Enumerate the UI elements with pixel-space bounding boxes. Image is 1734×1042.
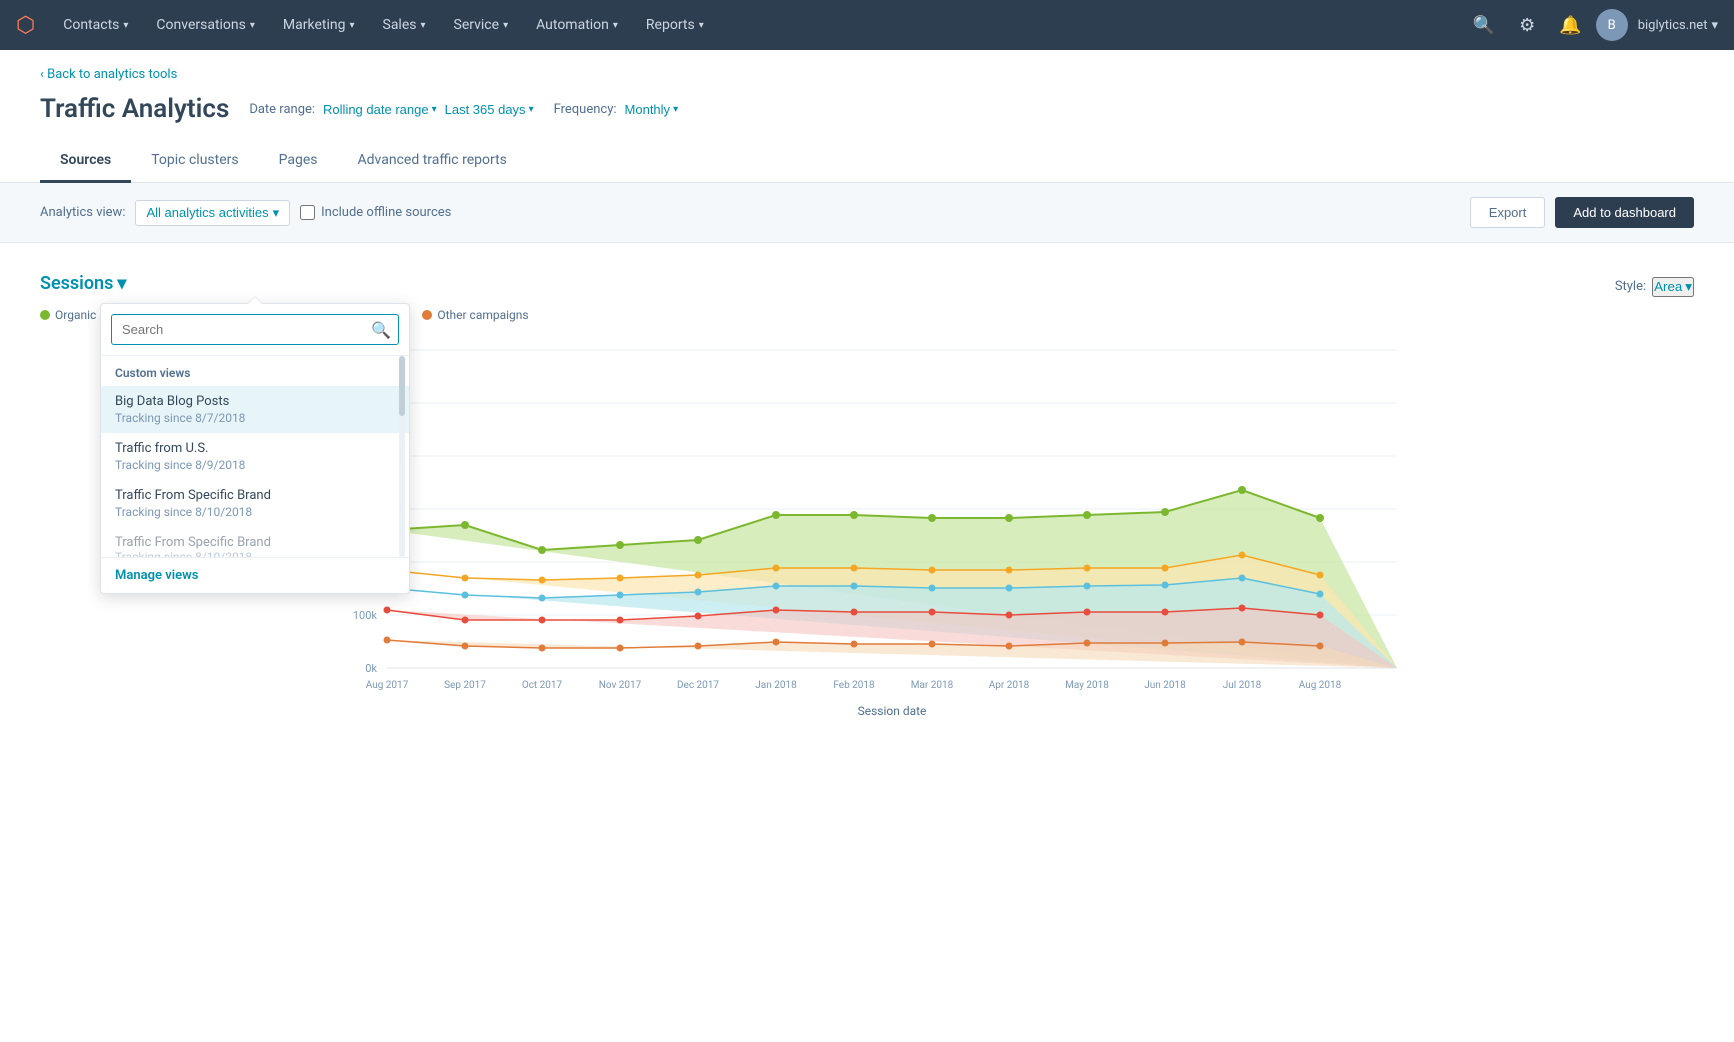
nav-marketing[interactable]: Marketing ▾	[271, 0, 367, 50]
svg-text:Apr 2018: Apr 2018	[989, 680, 1030, 691]
chevron-down-icon: ▾	[273, 205, 280, 221]
page: Back to analytics tools Traffic Analytic…	[0, 50, 1734, 1042]
chevron-down-icon: ▾	[117, 273, 126, 294]
svg-text:100k: 100k	[353, 609, 378, 622]
nav-reports[interactable]: Reports ▾	[634, 0, 716, 50]
scroll-thumb	[399, 356, 405, 416]
manage-views-link[interactable]: Manage views	[101, 557, 409, 593]
frequency-filter: Frequency: Monthly ▾	[554, 102, 679, 117]
breadcrumb: Back to analytics tools	[0, 50, 1734, 90]
date-range-label: Date range:	[249, 102, 315, 117]
add-to-dashboard-button[interactable]: Add to dashboard	[1555, 197, 1694, 228]
nav-sales[interactable]: Sales ▾	[371, 0, 438, 50]
nav-conversations[interactable]: Conversations ▾	[144, 0, 267, 50]
chevron-down-icon: ▾	[432, 104, 437, 115]
page-title: Traffic Analytics	[40, 94, 229, 124]
svg-text:Jan 2018: Jan 2018	[755, 680, 797, 691]
tab-advanced-traffic[interactable]: Advanced traffic reports	[338, 140, 527, 183]
back-link[interactable]: Back to analytics tools	[40, 67, 177, 82]
hubspot-logo: ⬡	[16, 13, 35, 38]
analytics-view-label: Analytics view:	[40, 205, 125, 220]
nav-automation[interactable]: Automation ▾	[524, 0, 630, 50]
tab-pages[interactable]: Pages	[259, 140, 338, 183]
svg-text:May 2018: May 2018	[1065, 680, 1109, 691]
frequency-label: Frequency:	[554, 102, 617, 117]
svg-text:Sep 2017: Sep 2017	[444, 680, 486, 691]
offline-sources-checkbox-label[interactable]: Include offline sources	[300, 205, 451, 220]
metric-selector[interactable]: Sessions ▾	[40, 273, 126, 294]
chart-section: 🔍 Custom views Big Data Blog Posts Track…	[0, 243, 1734, 764]
analytics-view-dropdown-popup: 🔍 Custom views Big Data Blog Posts Track…	[100, 303, 410, 594]
chevron-down-icon: ▾	[529, 104, 534, 115]
dropdown-item-title-1: Traffic from U.S.	[115, 441, 395, 456]
chevron-down-icon: ▾	[1685, 279, 1692, 295]
nav-service[interactable]: Service ▾	[442, 0, 521, 50]
frequency-dropdown[interactable]: Monthly ▾	[625, 102, 679, 117]
svg-text:Mar 2018: Mar 2018	[911, 680, 954, 691]
svg-text:Dec 2017: Dec 2017	[677, 680, 719, 691]
tabs-bar: Sources Topic clusters Pages Advanced tr…	[0, 140, 1734, 183]
dropdown-scroll-area[interactable]: Custom views Big Data Blog Posts Trackin…	[101, 356, 409, 557]
chevron-down-icon: ▾	[613, 20, 618, 31]
chevron-down-icon: ▾	[503, 20, 508, 31]
svg-text:Aug 2017: Aug 2017	[366, 680, 409, 691]
navbar: ⬡ Contacts ▾ Conversations ▾ Marketing ▾…	[0, 0, 1734, 50]
avatar[interactable]: B	[1596, 9, 1628, 41]
dropdown-item-sub-1: Tracking since 8/9/2018	[115, 458, 395, 472]
gear-icon[interactable]: ⚙	[1509, 15, 1545, 36]
date-range-filter: Date range: Rolling date range ▾ Last 36…	[249, 102, 533, 117]
svg-text:Jun 2018: Jun 2018	[1144, 680, 1186, 691]
svg-text:Feb 2018: Feb 2018	[833, 680, 875, 691]
notification-icon[interactable]: 🔔	[1549, 15, 1591, 36]
svg-text:0k: 0k	[365, 662, 377, 675]
chevron-down-icon: ▾	[1711, 18, 1718, 33]
dropdown-search-box: 🔍	[101, 304, 409, 356]
tab-topic-clusters[interactable]: Topic clusters	[131, 140, 258, 183]
date-range-type-dropdown[interactable]: Rolling date range ▾	[323, 102, 437, 117]
chart-style-selector: Style: Area ▾	[1615, 277, 1694, 297]
search-icon[interactable]: 🔍	[371, 320, 391, 339]
analytics-bar: Analytics view: All analytics activities…	[0, 183, 1734, 243]
chart-style-dropdown[interactable]: Area ▾	[1652, 277, 1694, 297]
svg-text:Oct 2017: Oct 2017	[522, 680, 563, 691]
export-button[interactable]: Export	[1470, 197, 1546, 228]
chevron-down-icon: ▾	[699, 20, 704, 31]
dropdown-item-2[interactable]: Traffic From Specific Brand Tracking sin…	[101, 480, 409, 527]
svg-text:Jul 2018: Jul 2018	[1223, 680, 1262, 691]
legend-dot-organic	[40, 310, 50, 320]
date-period-dropdown[interactable]: Last 365 days ▾	[445, 102, 534, 117]
search-icon[interactable]: 🔍	[1463, 15, 1505, 36]
custom-views-label: Custom views	[101, 356, 409, 386]
dropdown-item-sub-0: Tracking since 8/7/2018	[115, 411, 395, 425]
tab-sources[interactable]: Sources	[40, 140, 131, 183]
svg-text:Session date: Session date	[858, 704, 927, 718]
offline-sources-checkbox[interactable]	[300, 205, 315, 220]
chevron-down-icon: ▾	[349, 20, 354, 31]
dropdown-item-sub-2: Tracking since 8/10/2018	[115, 505, 395, 519]
dropdown-item-1[interactable]: Traffic from U.S. Tracking since 8/9/201…	[101, 433, 409, 480]
chevron-down-icon: ▾	[250, 20, 255, 31]
chevron-down-icon: ▾	[420, 20, 425, 31]
legend-dot-other-campaigns	[422, 310, 432, 320]
search-input[interactable]	[111, 314, 399, 345]
dropdown-item-title-0: Big Data Blog Posts	[115, 394, 395, 409]
scroll-indicator	[399, 356, 405, 557]
legend-other-campaigns: Other campaigns	[422, 308, 528, 322]
svg-text:Aug 2018: Aug 2018	[1299, 680, 1342, 691]
dropdown-item-title-2: Traffic From Specific Brand	[115, 488, 395, 503]
analytics-view-dropdown[interactable]: All analytics activities ▾	[135, 200, 290, 226]
chevron-down-icon: ▾	[673, 104, 678, 115]
dropdown-item-0[interactable]: Big Data Blog Posts Tracking since 8/7/2…	[101, 386, 409, 433]
account-menu[interactable]: biglytics.net ▾	[1638, 18, 1718, 33]
svg-text:Nov 2017: Nov 2017	[599, 680, 642, 691]
chevron-down-icon: ▾	[123, 20, 128, 31]
nav-contacts[interactable]: Contacts ▾	[51, 0, 140, 50]
page-header: Traffic Analytics Date range: Rolling da…	[0, 90, 1734, 136]
